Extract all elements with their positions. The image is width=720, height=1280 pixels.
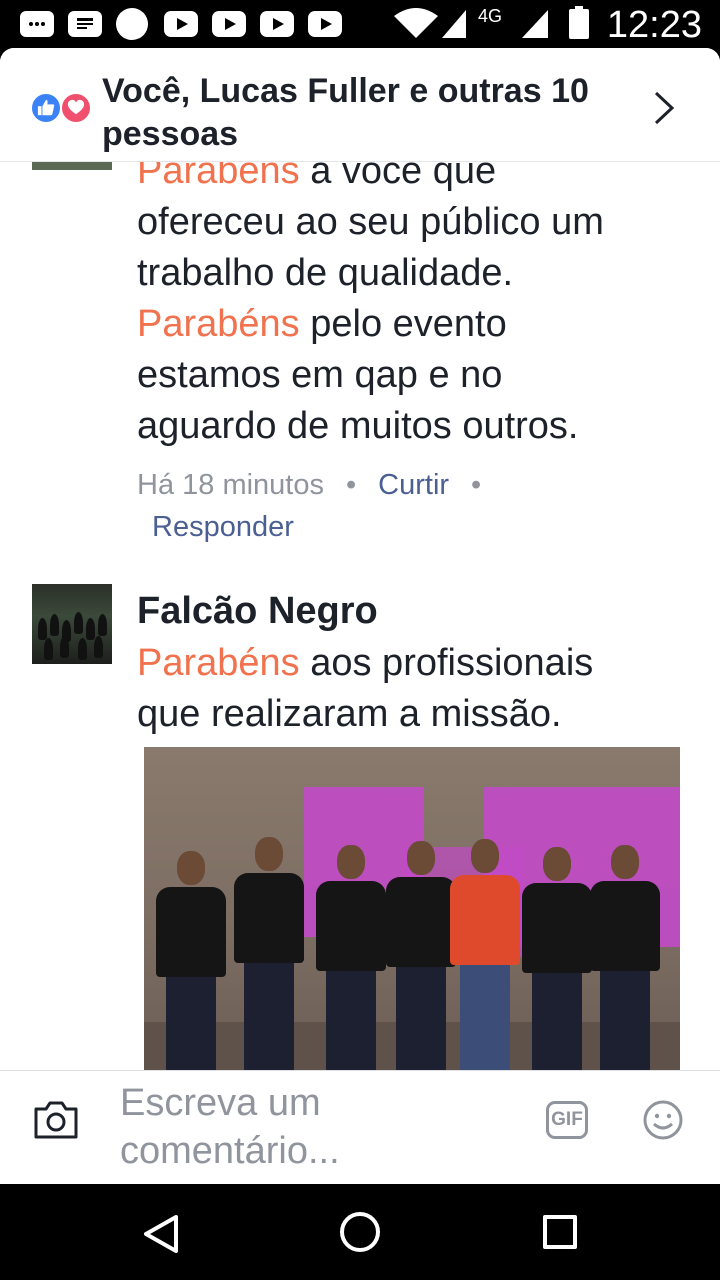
home-button[interactable] [340, 1212, 380, 1252]
clock: 12:23 [606, 4, 702, 46]
status-bar: 4G 12:23 [0, 0, 720, 48]
wifi-icon [394, 8, 438, 38]
comment-text: Parabéns aos profissionais [137, 642, 594, 684]
like-icon [30, 92, 62, 124]
comment-meta: Há 18 minutos • Curtir • Responder [137, 464, 697, 548]
youtube-notification-icon [212, 11, 246, 37]
comment-text: estamos em qap e no [137, 354, 503, 396]
reactions-header[interactable]: Você, Lucas Fuller e outras 10 pessoas [0, 48, 720, 162]
news-notification-icon [68, 11, 102, 37]
back-icon[interactable] [142, 1214, 180, 1254]
reply-link[interactable]: Responder [152, 511, 294, 543]
comment-text: Parabéns pelo evento [137, 303, 507, 345]
comment-input[interactable]: Escreva um comentário... [120, 1079, 520, 1175]
youtube-notification-icon [164, 11, 198, 37]
circle-notification-icon [116, 8, 148, 40]
emoji-icon[interactable] [642, 1099, 684, 1141]
comment-text: ofereceu ao seu público um [137, 201, 604, 243]
youtube-notification-icon [308, 11, 342, 37]
comment-photo[interactable] [144, 747, 680, 1070]
recent-apps-button[interactable] [543, 1215, 577, 1249]
comment-author[interactable]: Falcão Negro [137, 590, 378, 633]
signal-icon [522, 10, 548, 38]
comments-screen: Você, Lucas Fuller e outras 10 pessoas P… [0, 48, 720, 1184]
separator: • [346, 469, 357, 501]
avatar[interactable] [32, 584, 112, 664]
comment-text: que realizaram a missão. [137, 693, 562, 735]
message-notification-icon [20, 11, 54, 37]
like-link[interactable]: Curtir [378, 469, 449, 501]
youtube-notification-icon [260, 11, 294, 37]
separator: • [471, 469, 482, 501]
battery-icon [569, 6, 589, 39]
highlighted-word: Parabéns [137, 303, 300, 345]
camera-icon[interactable] [32, 1099, 80, 1141]
reactions-summary: Você, Lucas Fuller e outras 10 pessoas [102, 72, 589, 153]
comment-text: trabalho de qualidade. [137, 252, 514, 294]
comment-text: aguardo de muitos outros. [137, 405, 579, 447]
highlighted-word: Parabéns [137, 642, 300, 684]
navigation-bar [0, 1184, 720, 1280]
comment-text: Parabens a voce que [137, 162, 496, 197]
comment-timestamp: Há 18 minutos [137, 469, 324, 501]
highlighted-word: Parabens [137, 162, 300, 192]
comment-composer: Escreva um comentário... GIF [0, 1070, 720, 1184]
signal-icon [442, 10, 466, 38]
avatar[interactable] [32, 162, 112, 170]
love-icon [60, 92, 92, 124]
gif-icon[interactable]: GIF [546, 1101, 588, 1139]
network-type: 4G [478, 6, 503, 26]
chevron-right-icon[interactable] [652, 90, 676, 126]
comment-list[interactable]: Parabens a voce que ofereceu ao seu públ… [0, 162, 720, 1070]
